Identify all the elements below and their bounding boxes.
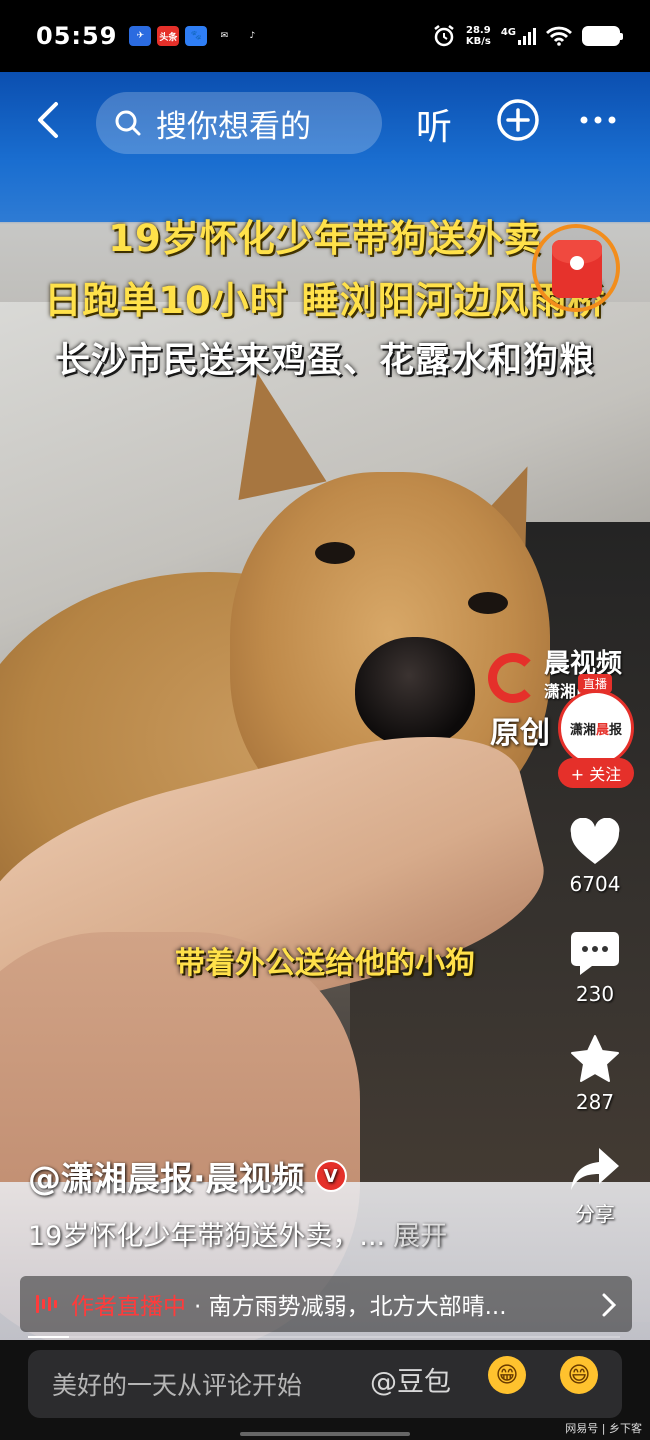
favorite-count: 287: [575, 1090, 615, 1114]
red-packet-icon[interactable]: [532, 224, 620, 312]
tiktok-icon: ♪: [249, 31, 256, 41]
favorite-button[interactable]: 287: [550, 1034, 640, 1114]
mail-icon: ✉: [220, 31, 229, 41]
signal-bars-icon: [518, 27, 536, 45]
dog-nose: [355, 637, 475, 747]
live-label: 作者直播中: [71, 1294, 186, 1320]
search-icon: [115, 110, 141, 136]
live-tag: 直播: [578, 674, 613, 693]
share-label: 分享: [575, 1202, 615, 1226]
comment-placeholder: 美好的一天从评论开始: [52, 1371, 303, 1400]
status-time: 05:59: [36, 22, 118, 50]
watermark-logo-icon: [488, 653, 538, 703]
chevron-right-icon: [602, 1293, 617, 1317]
follow-button[interactable]: + 关注: [558, 758, 634, 788]
live-text: · 南方雨势减弱，北方大部晴...: [194, 1294, 507, 1320]
heart-icon: [570, 818, 620, 864]
share-button[interactable]: 分享: [550, 1146, 640, 1227]
comment-bar: 美好的一天从评论开始 @豆包 😁 😄: [0, 1340, 650, 1440]
cell-signal: 4G: [501, 27, 536, 45]
author-name-text: @潇湘晨报·晨视频: [28, 1159, 305, 1198]
status-bar: 05:59 ✈ 头条 🐾 ✉ ♪ 28.9 KB/s 4G: [0, 0, 650, 72]
status-app-icons: ✈ 头条 🐾 ✉ ♪: [129, 26, 263, 46]
red-packet-dot: [570, 256, 584, 270]
description-text: 19岁怀化少年带狗送外卖，...: [28, 1221, 386, 1252]
like-count: 6704: [569, 872, 621, 896]
dog-eye-left: [315, 542, 355, 564]
video-description[interactable]: 19岁怀化少年带狗送外卖，... 展开: [28, 1214, 447, 1253]
verified-badge: V: [314, 1160, 347, 1192]
net-speed-unit: KB/s: [465, 36, 491, 47]
expand-link[interactable]: 展开: [393, 1221, 447, 1252]
wifi-icon: [546, 26, 572, 46]
watermark-original: 原创: [490, 716, 550, 751]
comment-button[interactable]: 230: [550, 930, 640, 1006]
avatar-text-3: 报: [609, 722, 623, 738]
live-wave-icon: [36, 1294, 57, 1314]
add-icon[interactable]: [496, 98, 540, 142]
battery-icon: [582, 26, 623, 46]
star-icon: [571, 1035, 619, 1082]
avatar-text-2: 晨: [595, 722, 609, 738]
author-name[interactable]: @潇湘晨报·晨视频 V: [28, 1152, 347, 1200]
search-placeholder: 搜你想看的: [156, 108, 311, 145]
video-headline-3: 长沙市民送来鸡蛋、花露水和狗粮: [54, 341, 595, 381]
back-icon[interactable]: [30, 100, 70, 140]
grin-emoji-icon[interactable]: 😁: [488, 1356, 526, 1394]
net-speed: 28.9 KB/s: [466, 25, 491, 47]
avatar: 潇湘晨报: [558, 690, 634, 766]
listen-button[interactable]: 听: [416, 98, 452, 150]
share-icon: [571, 1148, 619, 1190]
progress-fill: [28, 1336, 70, 1338]
more-icon[interactable]: [578, 106, 618, 134]
source-tag: 网易号 | 乡下客: [565, 1422, 642, 1435]
like-button[interactable]: 6704: [550, 818, 640, 896]
network-type: 4G: [500, 27, 516, 38]
dog-eye-right: [468, 592, 508, 614]
status-indicators: 28.9 KB/s 4G: [432, 24, 623, 48]
toutiao-icon: 头条: [157, 26, 180, 46]
app-icon: ✈: [129, 26, 152, 46]
alarm-icon: [434, 25, 454, 47]
search-input[interactable]: 搜你想看的: [96, 92, 382, 154]
comment-icon: [571, 932, 619, 975]
doubao-mention-button[interactable]: @豆包: [370, 1360, 451, 1399]
home-indicator[interactable]: [240, 1432, 410, 1436]
avatar-text-1: 潇湘: [569, 722, 596, 738]
smile-emoji-icon[interactable]: 😄: [560, 1356, 598, 1394]
baidu-icon: 🐾: [185, 26, 208, 46]
comment-count: 230: [575, 982, 615, 1006]
top-nav: 搜你想看的 听: [0, 80, 650, 160]
video-progress-bar[interactable]: [28, 1336, 620, 1338]
net-speed-value: 28.9: [465, 25, 491, 36]
author-live-bar[interactable]: 作者直播中 · 南方雨势减弱，北方大部晴...: [20, 1276, 632, 1332]
comment-input[interactable]: 美好的一天从评论开始: [28, 1350, 622, 1418]
